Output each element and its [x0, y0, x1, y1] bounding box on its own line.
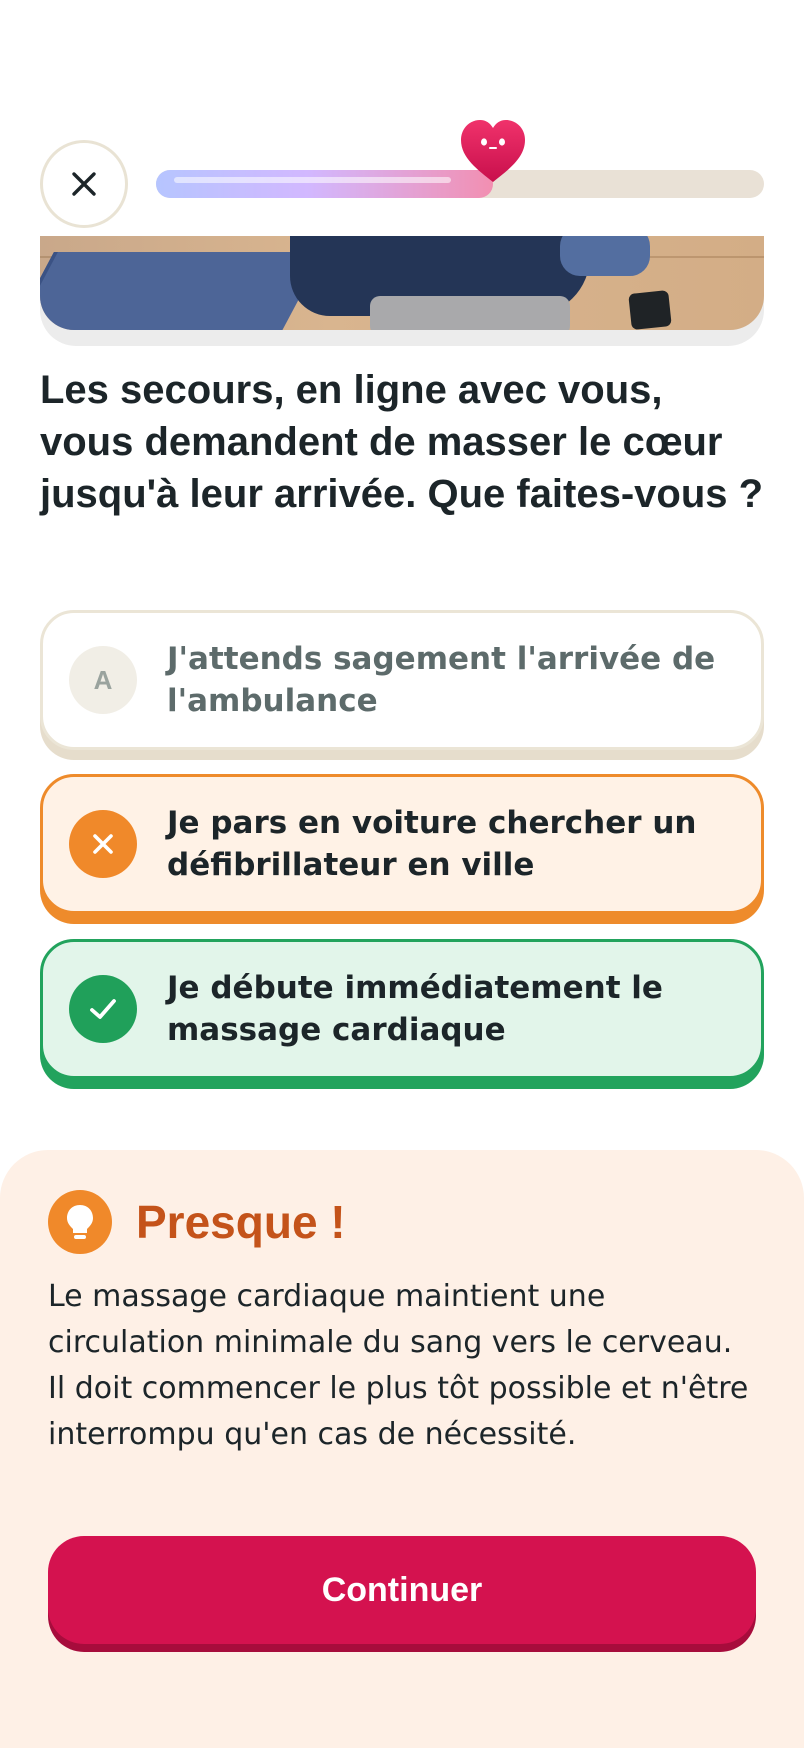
- feedback-panel: Presque ! Le massage cardiaque maintient…: [0, 1150, 804, 1748]
- heart-mascot-icon: [461, 120, 525, 182]
- answer-label: Je pars en voiture chercher un défibrill…: [167, 805, 697, 883]
- answer-option-c[interactable]: Je débute immédiatement le massage cardi…: [40, 939, 764, 1079]
- phone-on-floor: [628, 290, 672, 330]
- answer-option-a[interactable]: A J'attends sagement l'arrivée de l'ambu…: [40, 610, 764, 750]
- continue-button[interactable]: Continuer: [48, 1536, 756, 1644]
- feedback-explanation: Le massage cardiaque maintient une circu…: [48, 1279, 749, 1452]
- close-icon: [72, 172, 96, 196]
- x-icon: [69, 810, 137, 878]
- answer-label: J'attends sagement l'arrivée de l'ambula…: [167, 641, 716, 719]
- question-image: [40, 236, 764, 346]
- close-button[interactable]: [40, 140, 128, 228]
- cpr-photo: [40, 236, 764, 330]
- answer-letter-badge: A: [69, 646, 137, 714]
- lightbulb-icon: [48, 1190, 112, 1254]
- answer-option-b[interactable]: Je pars en voiture chercher un défibrill…: [40, 774, 764, 914]
- answer-label: Je débute immédiatement le massage cardi…: [167, 970, 663, 1048]
- question-text: Les secours, en ligne avec vous, vous de…: [40, 368, 764, 516]
- check-icon: [69, 975, 137, 1043]
- progress-fill: [156, 170, 493, 198]
- feedback-title: Presque !: [136, 1196, 346, 1248]
- continue-button-label: Continuer: [321, 1570, 483, 1609]
- blue-mat: [40, 252, 324, 330]
